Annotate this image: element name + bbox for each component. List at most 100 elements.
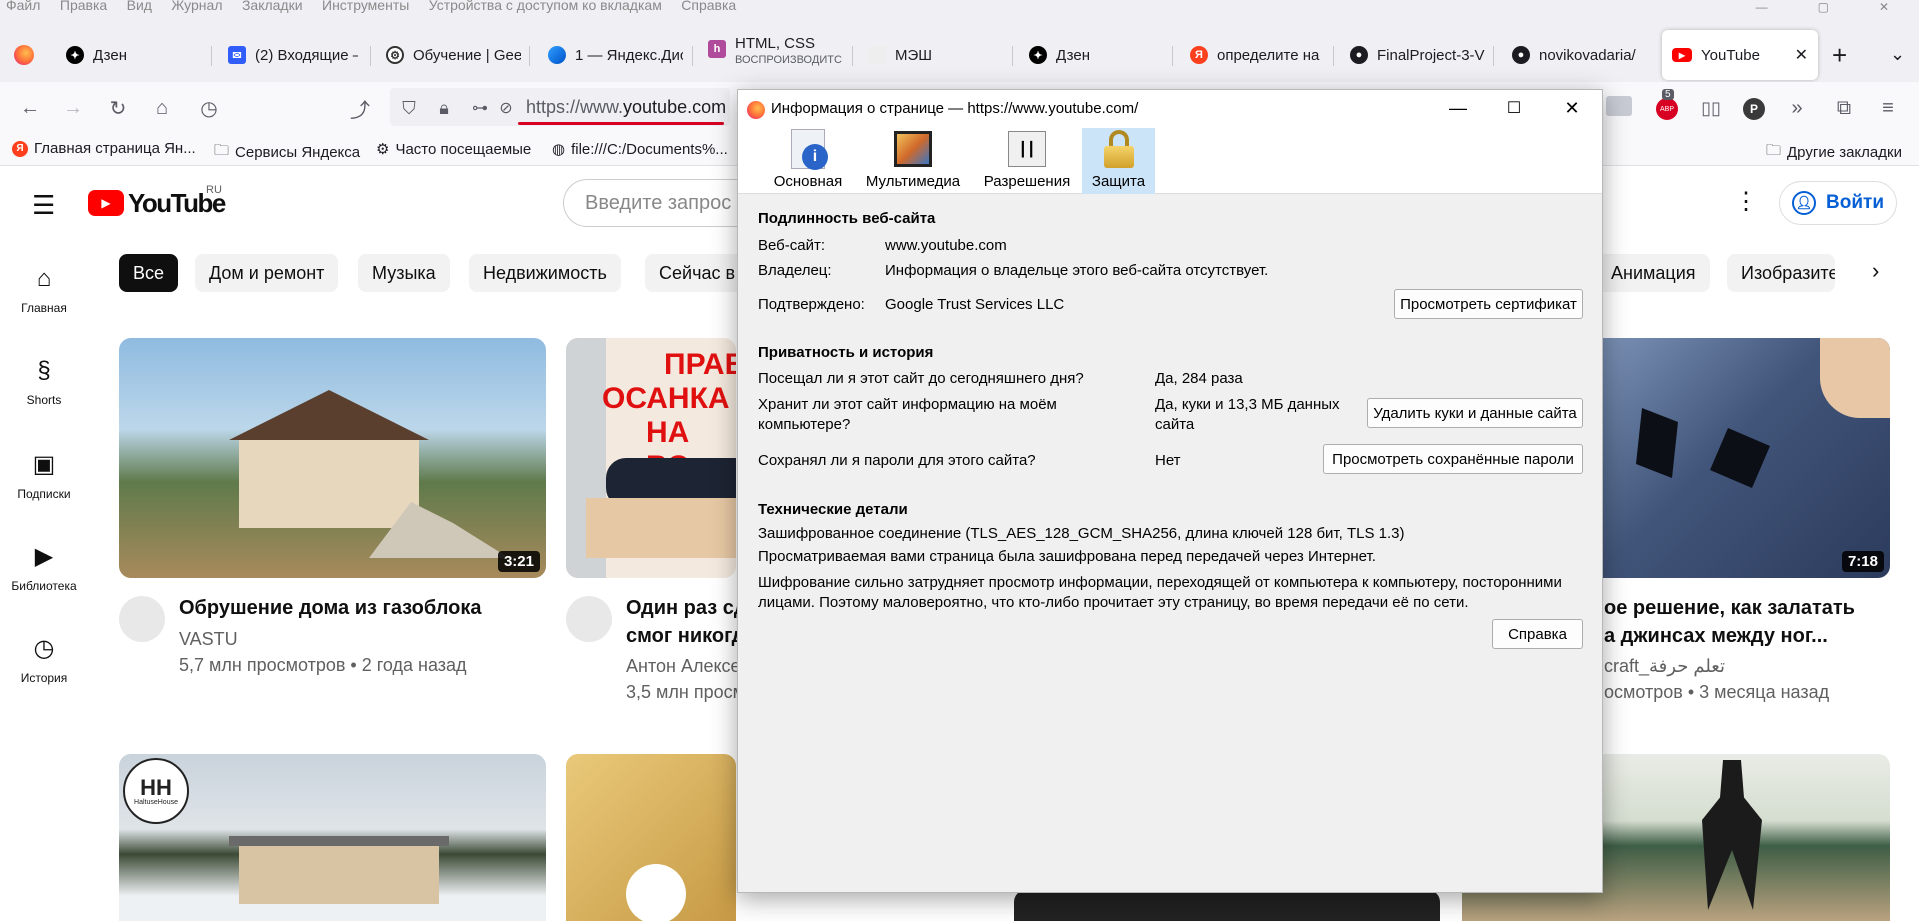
tab-yandex-search[interactable]: Я определите на bbox=[1190, 26, 1325, 84]
dialog-maximize-icon[interactable]: ☐ bbox=[1500, 96, 1528, 120]
tab-youtube[interactable]: ▶ YouTube ✕ bbox=[1662, 30, 1818, 80]
signin-button[interactable]: 👤︎ Войти bbox=[1779, 181, 1897, 225]
history-icon[interactable]: ◷ bbox=[197, 96, 221, 120]
video-title-line1[interactable]: ое решение, как залатать bbox=[1604, 594, 1855, 622]
menu-bookmarks[interactable]: Закладки bbox=[242, 0, 303, 12]
channel-name[interactable]: VASTU bbox=[179, 626, 238, 652]
sidebar-item-home[interactable]: ⌂ Главная bbox=[0, 265, 88, 315]
url-text[interactable]: https://www.youtube.com bbox=[526, 97, 726, 118]
close-icon[interactable]: ✕ bbox=[1879, 0, 1889, 14]
menu-tools[interactable]: Инструменты bbox=[322, 0, 409, 12]
video-title-line2[interactable]: смог никогд bbox=[626, 622, 744, 650]
help-button[interactable]: Справка bbox=[1492, 619, 1583, 649]
tab-general[interactable]: i Основная bbox=[770, 128, 846, 194]
github-icon: ● bbox=[1350, 46, 1368, 64]
profile-extension-icon[interactable]: P bbox=[1743, 98, 1765, 120]
video-thumbnail-hidden[interactable] bbox=[1014, 890, 1440, 921]
tab-geekbrains[interactable]: ⚙ Обучение | Gee bbox=[386, 26, 521, 84]
tab-permissions[interactable]: ┃┃ Разрешения bbox=[979, 128, 1075, 194]
sidebar-item-subscriptions[interactable]: ▣ Подписки bbox=[0, 450, 88, 501]
video-thumbnail-posture[interactable]: ПРАВ ОСАНКА НА ВО bbox=[566, 338, 736, 578]
menu-help[interactable]: Справка bbox=[681, 0, 736, 12]
youtube-logo-icon[interactable]: ▶ bbox=[88, 190, 124, 216]
mail-extension-icon[interactable] bbox=[1606, 96, 1632, 116]
video-thumbnail-house-collapse[interactable]: 3:21 bbox=[119, 338, 546, 578]
video-duration: 3:21 bbox=[497, 551, 540, 572]
firefox-icon[interactable] bbox=[14, 45, 34, 65]
chip-home-repair[interactable]: Дом и ремонт bbox=[195, 254, 339, 292]
tab-github-1[interactable]: ● FinalProject-3-V bbox=[1350, 26, 1485, 84]
chip-music[interactable]: Музыка bbox=[358, 254, 450, 292]
tab-media[interactable]: Мультимедиа bbox=[864, 128, 962, 194]
menu-synced-devices[interactable]: Устройства с доступом ко вкладкам bbox=[429, 0, 662, 12]
save-pocket-icon[interactable]: ⤴ bbox=[348, 96, 372, 122]
reload-icon[interactable]: ↻ bbox=[106, 96, 130, 120]
sidebar-item-shorts[interactable]: § Shorts bbox=[0, 357, 88, 407]
menu-file[interactable]: Файл bbox=[6, 0, 40, 12]
yandex-icon: Я bbox=[1190, 46, 1208, 64]
video-thumbnail-jeans[interactable]: 7:18 bbox=[1590, 338, 1890, 578]
shield-icon[interactable]: ⛉ bbox=[397, 96, 421, 120]
back-icon[interactable]: ← bbox=[18, 96, 42, 120]
blocked-media-icon[interactable]: ⊘ bbox=[494, 96, 518, 120]
identity-heading: Подлинность веб-сайта bbox=[758, 210, 936, 227]
menu-edit[interactable]: Правка bbox=[60, 0, 107, 12]
close-tab-icon[interactable]: ✕ bbox=[1795, 45, 1808, 65]
video-stats: 3,5 млн просм bbox=[626, 682, 745, 702]
settings-dots-icon[interactable]: ⋮ bbox=[1734, 187, 1758, 216]
tab-mail[interactable]: ✉ (2) Входящие – bbox=[228, 26, 358, 84]
yandex-icon: Я bbox=[12, 140, 28, 157]
video-thumbnail-attic[interactable] bbox=[566, 754, 736, 921]
lock-icon[interactable]: 🔒︎ bbox=[432, 96, 456, 120]
video-title[interactable]: Обрушение дома из газоблока bbox=[179, 594, 482, 622]
dialog-close-icon[interactable]: ✕ bbox=[1558, 96, 1586, 120]
new-tab-icon[interactable]: + bbox=[1832, 40, 1847, 71]
view-saved-passwords-button[interactable]: Просмотреть сохранённые пароли bbox=[1323, 444, 1583, 474]
bookmark-yandex-services[interactable]: 🗀 Сервисы Яндекса bbox=[214, 140, 360, 165]
chip-all[interactable]: Все bbox=[119, 254, 179, 292]
sidebar-item-history[interactable]: ◷ История bbox=[0, 634, 88, 685]
tab-dzen-2[interactable]: ✦ Дзен bbox=[1029, 26, 1164, 84]
chip-animation[interactable]: Анимация bbox=[1597, 254, 1710, 292]
chip-now[interactable]: Сейчас в bbox=[645, 254, 750, 292]
tab-dzen-1[interactable]: ✦ Дзен bbox=[66, 26, 176, 84]
tab-yandex-disk[interactable]: 1 — Яндекс.Дис bbox=[548, 26, 683, 84]
view-certificate-button[interactable]: Просмотреть сертификат bbox=[1394, 289, 1583, 319]
hamburger-menu-icon[interactable]: ☰ bbox=[32, 190, 55, 221]
bookmark-other[interactable]: 🗀 Другие закладки bbox=[1766, 140, 1902, 165]
more-tools-icon[interactable]: » bbox=[1785, 96, 1809, 120]
permissions-icon[interactable]: ⊶ bbox=[468, 96, 492, 120]
maximize-icon[interactable]: ▢ bbox=[1818, 0, 1829, 14]
sidebar-item-library[interactable]: ▶︎ Библиотека bbox=[0, 542, 88, 593]
video-title-line2[interactable]: а джинсах между ног... bbox=[1604, 622, 1828, 650]
home-icon[interactable]: ⌂ bbox=[150, 96, 174, 120]
chip-visual-art[interactable]: Изобразите bbox=[1727, 254, 1835, 292]
bookmark-most-visited[interactable]: ⚙ Часто посещаемые bbox=[376, 140, 531, 159]
tab-github-2[interactable]: ● novikovadaria/ bbox=[1512, 26, 1647, 84]
channel-avatar[interactable] bbox=[566, 596, 612, 642]
tab-html-css[interactable]: h HTML, CSS ВОСПРОИЗВОДИТС bbox=[708, 26, 843, 84]
channel-name[interactable]: Антон Алексе bbox=[626, 653, 741, 679]
app-menu-icon[interactable]: ≡ bbox=[1876, 96, 1900, 120]
channel-avatar[interactable] bbox=[119, 596, 165, 642]
bookmark-file[interactable]: ◍ file:///C:/Documents%... bbox=[552, 140, 728, 159]
clear-cookies-button[interactable]: Удалить куки и данные сайта bbox=[1367, 398, 1583, 428]
tab-security[interactable]: Защита bbox=[1082, 128, 1155, 194]
bookmark-yandex-home[interactable]: Я Главная страница Ян... bbox=[12, 140, 196, 157]
menu-view[interactable]: Вид bbox=[127, 0, 152, 12]
extensions-icon[interactable]: ⧉ bbox=[1832, 96, 1856, 120]
dialog-minimize-icon[interactable]: — bbox=[1444, 96, 1472, 120]
minimize-icon[interactable]: — bbox=[1756, 0, 1768, 14]
menu-history[interactable]: Журнал bbox=[171, 0, 222, 12]
video-duration: 7:18 bbox=[1841, 551, 1884, 572]
tab-mesh[interactable]: МЭШ bbox=[868, 26, 1003, 84]
channel-name[interactable]: craft_تعلم حرفة bbox=[1604, 653, 1725, 679]
video-thumbnail-modular-house[interactable]: HH HaltuseHouse bbox=[119, 754, 546, 921]
adblock-icon[interactable]: ABP bbox=[1656, 98, 1678, 120]
video-title-line1[interactable]: Один раз сд bbox=[626, 594, 747, 622]
chevron-right-icon[interactable]: › bbox=[1872, 258, 1879, 284]
sidebar-icon[interactable]: ▯▯ bbox=[1699, 96, 1723, 120]
forward-icon[interactable]: → bbox=[61, 96, 85, 120]
list-tabs-icon[interactable]: ⌄ bbox=[1890, 44, 1905, 65]
chip-real-estate[interactable]: Недвижимость bbox=[469, 254, 621, 292]
